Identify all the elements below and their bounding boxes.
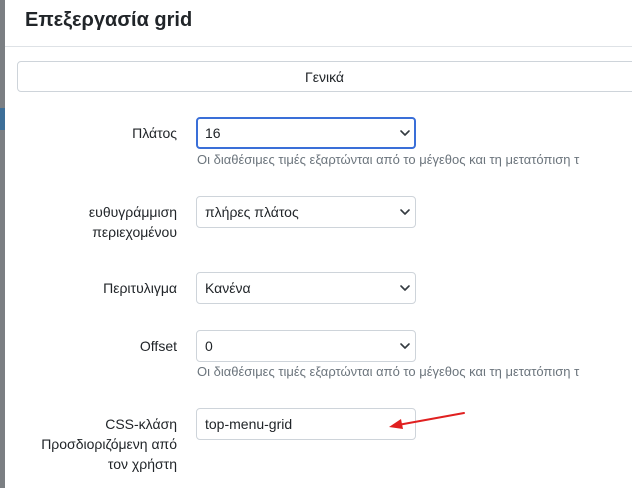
wrapping-select[interactable]: Κανένα bbox=[196, 272, 416, 304]
css-class-input-value: top-menu-grid bbox=[205, 416, 293, 432]
alignment-label-line2: περιεχομένου bbox=[92, 224, 177, 240]
wrapping-select-value: Κανένα bbox=[205, 280, 251, 296]
background-highlight bbox=[0, 108, 5, 130]
background-overlay-edge bbox=[0, 0, 5, 488]
offset-select-value: 0 bbox=[205, 338, 213, 354]
offset-label: Offset bbox=[139, 338, 177, 354]
offset-help-text: Οι διαθέσιμες τιμές εξαρτώνται από το μέ… bbox=[197, 364, 580, 379]
css-class-label-line3: τον χρήστη bbox=[107, 456, 177, 472]
tab-general-label: Γενικά bbox=[305, 69, 344, 85]
red-arrow-icon bbox=[389, 412, 465, 429]
chevron-down-icon bbox=[400, 285, 410, 291]
width-select-value: 16 bbox=[205, 125, 221, 141]
alignment-select-value: πλήρες πλάτος bbox=[205, 204, 299, 220]
css-class-input[interactable]: top-menu-grid bbox=[196, 408, 416, 440]
width-label: Πλάτος bbox=[132, 125, 177, 141]
chevron-down-icon bbox=[400, 343, 410, 349]
css-class-label-line2: Προσδιοριζόμενη από bbox=[41, 436, 177, 452]
alignment-select[interactable]: πλήρες πλάτος bbox=[196, 196, 416, 228]
tab-general[interactable]: Γενικά bbox=[17, 61, 632, 92]
dialog-header: Επεξεργασία grid bbox=[5, 0, 632, 47]
dialog-title: Επεξεργασία grid bbox=[25, 9, 193, 31]
css-class-label: CSS-κλάση Προσδιοριζόμενη από τον χρήστη bbox=[41, 414, 177, 474]
css-class-label-line1: CSS-κλάση bbox=[105, 416, 177, 432]
width-help-text: Οι διαθέσιμες τιμές εξαρτώνται από το μέ… bbox=[197, 152, 580, 167]
alignment-label-line1: ευθυγράμμιση bbox=[88, 204, 177, 220]
offset-select[interactable]: 0 bbox=[196, 330, 416, 362]
chevron-down-icon bbox=[400, 130, 410, 136]
wrapping-label: Περιτυλιγμα bbox=[103, 280, 177, 296]
chevron-down-icon bbox=[400, 209, 410, 215]
width-select[interactable]: 16 bbox=[196, 117, 416, 149]
alignment-label: ευθυγράμμιση περιεχομένου bbox=[89, 202, 177, 242]
